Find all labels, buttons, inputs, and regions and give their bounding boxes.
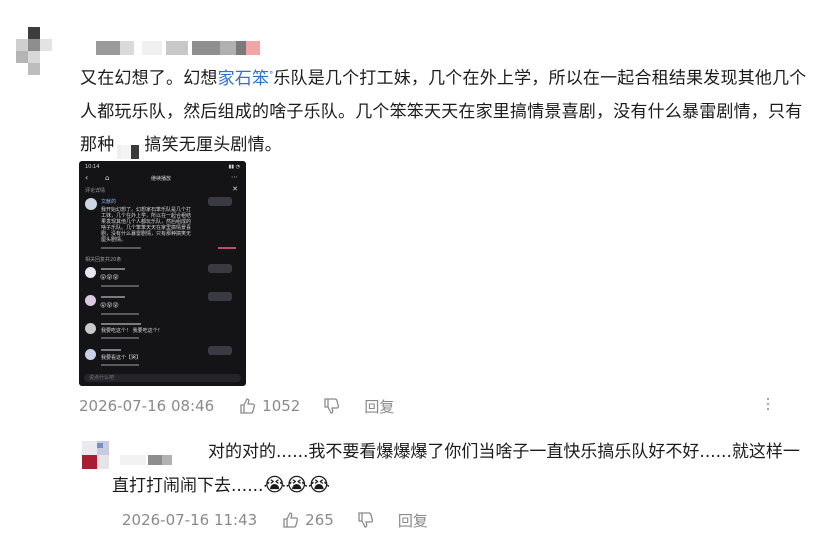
embedded-input-bar: 说点什么吧 xyxy=(84,374,241,382)
more-vertical-icon[interactable] xyxy=(764,395,772,413)
redacted-mention xyxy=(117,138,141,159)
embedded-input-placeholder: 说点什么吧 xyxy=(89,375,115,381)
embedded-replies-header: 相关回复共20条 xyxy=(85,257,122,263)
reply-like-button[interactable]: 265 xyxy=(281,510,334,530)
embedded-reply-3-meta xyxy=(101,337,139,339)
reply-timestamp: 2026-07-16 11:43 xyxy=(122,511,258,529)
reply-meta-row: 2026-07-16 11:43 265 回复 xyxy=(122,510,428,530)
reply-body: 对的对的......我不要看爆爆爆了你们当啥子一直快乐搞乐队好不好......就… xyxy=(112,436,812,503)
comment-body: 又在幻想了。幻想家石笨ᐤ乐队是几个打工妹，几个在外上学，所以在一起合租结果发现其… xyxy=(80,58,815,162)
embedded-username: 文献的 xyxy=(101,199,117,205)
embedded-close-icon: ✕ xyxy=(232,185,238,193)
like-button[interactable]: 1052 xyxy=(238,396,300,416)
embedded-reply-4-text: 我要看这个【哭】 xyxy=(101,355,142,361)
status-time: 10:14 xyxy=(85,164,100,170)
embedded-header-title: 继续播放 xyxy=(151,176,172,182)
embedded-like-line xyxy=(218,247,236,249)
embedded-reply-2-emoji: 😵😵😵 xyxy=(100,302,119,309)
search-link[interactable]: 家石笨ᐤ xyxy=(218,69,274,89)
embedded-body-line-6: 厘头剧情。 xyxy=(101,237,127,243)
status-icons: ▮▮ ◔ xyxy=(228,164,240,170)
embedded-reply-4-sticker xyxy=(208,346,232,355)
embedded-reply-1-name xyxy=(101,268,125,270)
embedded-more-icon: ⋯ xyxy=(231,173,238,181)
comment-meta-row: 2026-07-16 08:46 1052 回复 xyxy=(79,396,394,416)
crying-emoji-icons: 😭😭😭 xyxy=(263,474,331,496)
comment-image[interactable]: 10:14 ▮▮ ◔ ‹ ⌂ 继续播放 ⋯ 评论详情 ✕ 文献的 我开始幻想了。… xyxy=(79,161,246,386)
embedded-reply-1-sticker xyxy=(208,264,232,273)
embedded-reply-1-meta xyxy=(101,285,139,287)
embedded-reply-3-avatar xyxy=(85,323,96,334)
comment-timestamp: 2026-07-16 08:46 xyxy=(79,397,215,415)
thumb-down-icon xyxy=(324,398,340,414)
embedded-reply-2-name xyxy=(101,296,125,298)
reply-like-count: 265 xyxy=(305,511,334,529)
thumb-up-icon xyxy=(283,512,299,528)
embedded-reply-1-emoji: 😵😵😵 xyxy=(100,274,119,281)
embedded-reply-2-avatar xyxy=(85,295,96,306)
dislike-button[interactable] xyxy=(322,396,342,416)
embedded-reply-4-meta xyxy=(101,364,139,366)
embedded-meta-line xyxy=(101,247,141,249)
embedded-reply-4-avatar xyxy=(85,349,96,360)
back-icon: ‹ xyxy=(85,173,89,182)
embedded-reply-1-avatar xyxy=(85,267,96,278)
comment-username-redacted[interactable] xyxy=(96,41,266,55)
comment-text-part1: 又在幻想了。幻想 xyxy=(80,68,218,89)
embedded-reply-4-name xyxy=(101,349,121,351)
embedded-reply-2-sticker xyxy=(208,292,232,301)
embedded-avatar xyxy=(85,198,97,210)
like-count: 1052 xyxy=(262,397,301,415)
embedded-reply-3-text: 我要吃这个！ 我要吃这个！ xyxy=(101,328,163,334)
reply-button[interactable]: 回复 xyxy=(364,396,394,417)
comment-text-part3: 搞笑无厘头剧情。 xyxy=(144,134,283,155)
embedded-reply-3-name xyxy=(101,323,141,325)
embedded-section-label: 评论详情 xyxy=(85,188,106,194)
embedded-sticker xyxy=(208,197,232,206)
embedded-reply-2-meta xyxy=(101,313,139,315)
thumb-up-icon xyxy=(240,398,256,414)
thumb-down-icon xyxy=(358,512,373,528)
search-link-text: 家石笨 xyxy=(217,68,270,89)
reply-text: 对的对的......我不要看爆爆爆了你们当啥子一直快乐搞乐队好不好......就… xyxy=(112,442,800,496)
reply-reply-button[interactable]: 回复 xyxy=(398,510,428,531)
reply-dislike-button[interactable] xyxy=(356,510,376,530)
reply-avatar[interactable] xyxy=(82,441,112,471)
comment-avatar[interactable] xyxy=(14,27,54,82)
home-icon: ⌂ xyxy=(105,174,110,182)
